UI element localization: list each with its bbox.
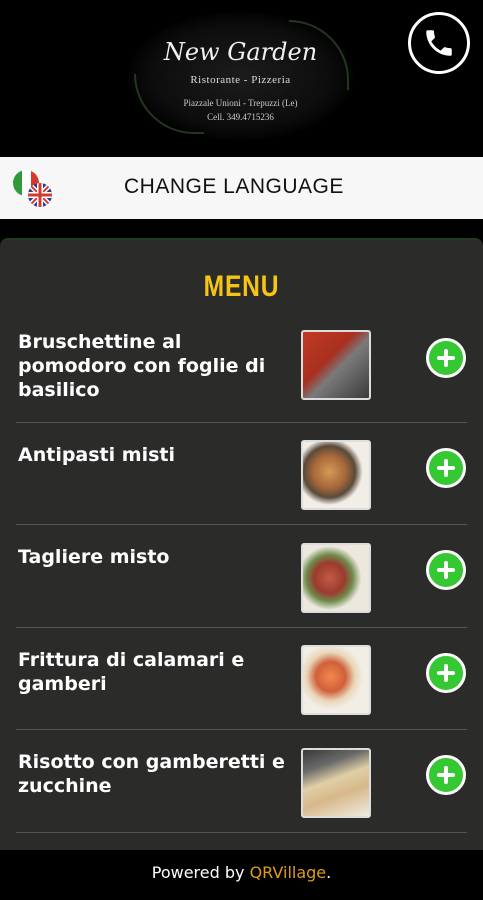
menu-item-photo — [301, 330, 371, 400]
add-item-button[interactable] — [426, 755, 466, 795]
menu-panel: MENU Bruschettine al pomodoro con foglie… — [0, 238, 483, 850]
menu-item[interactable]: Antipasti misti — [16, 423, 467, 525]
footer-suffix: . — [326, 863, 332, 882]
menu-item-name: Frittura di calamari e gamberi — [18, 649, 245, 695]
header: New Garden Ristorante - Pizzeria Piazzal… — [0, 0, 483, 157]
logo-address: Piazzale Unioni - Trepuzzi (Le) — [183, 98, 298, 108]
menu-item-photo — [301, 543, 371, 613]
call-button[interactable] — [408, 12, 470, 74]
menu-item-photo — [301, 645, 371, 715]
phone-icon — [426, 30, 452, 56]
italy-uk-flags-icon — [13, 170, 52, 207]
footer-prefix: Powered by — [151, 863, 250, 882]
menu-item-photo — [301, 748, 371, 818]
logo-name: New Garden — [163, 38, 318, 66]
menu-item[interactable]: Frittura di calamari e gamberi — [16, 628, 467, 730]
footer: Powered by QRVillage. — [0, 850, 483, 900]
menu-item-name: Antipasti misti — [18, 444, 175, 466]
logo-phone: Cell. 349.4715236 — [207, 112, 274, 122]
menu-item-name: Bruschettine al pomodoro con foglie di b… — [18, 331, 266, 401]
menu-item[interactable]: Risotto con gamberetti e zucchine — [16, 730, 467, 833]
add-item-button[interactable] — [426, 338, 466, 378]
add-item-button[interactable] — [426, 653, 466, 693]
restaurant-logo: New Garden Ristorante - Pizzeria Piazzal… — [128, 12, 353, 140]
menu-title: MENU — [203, 270, 280, 303]
menu-item-name: Tagliere misto — [18, 546, 170, 568]
change-language-button[interactable]: CHANGE LANGUAGE — [0, 157, 483, 219]
add-item-button[interactable] — [426, 550, 466, 590]
menu-item-photo — [301, 440, 371, 510]
menu-item-name: Risotto con gamberetti e zucchine — [18, 751, 285, 797]
add-item-button[interactable] — [426, 448, 466, 488]
menu-item[interactable]: Bruschettine al pomodoro con foglie di b… — [16, 320, 467, 423]
qrvillage-link[interactable]: QRVillage — [250, 863, 327, 882]
change-language-label: CHANGE LANGUAGE — [124, 175, 344, 198]
menu-item[interactable]: Tagliere misto — [16, 525, 467, 628]
logo-subtitle: Ristorante - Pizzeria — [190, 74, 291, 86]
